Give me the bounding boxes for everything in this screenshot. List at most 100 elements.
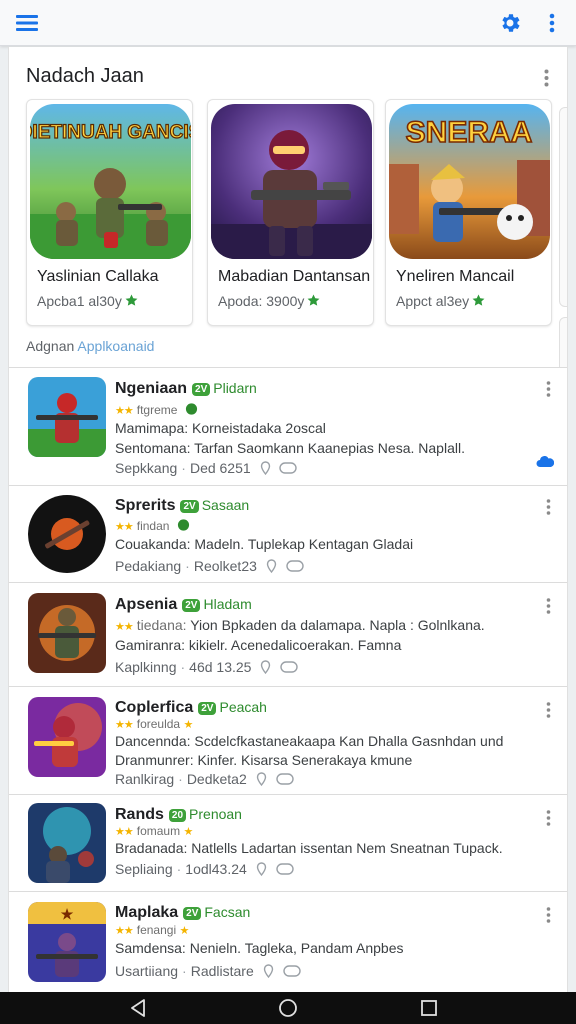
app-footer-value: Reolket23 [193, 558, 257, 574]
svg-text:★: ★ [61, 906, 74, 922]
item-more-button[interactable] [539, 595, 557, 617]
pin-icon [266, 559, 276, 573]
app-description: Couakanda: Madeln. Tuplekap Kentagan Gla… [115, 536, 414, 552]
featured-card-meta-text: Appct al3ey [396, 293, 470, 309]
star-icon: ★ [183, 719, 193, 731]
controller-icon [280, 661, 298, 673]
list-item[interactable]: Sprerits 2V Sasaan ★★ findan Couakanda: Mad… [9, 486, 567, 583]
hamburger-menu-button[interactable] [11, 8, 43, 38]
app-rating: ★★ findan [115, 518, 190, 533]
genre-badge: 2V [182, 599, 201, 612]
item-more-button[interactable] [539, 496, 557, 518]
featured-card[interactable]: DIETINUAH GANCIS Yaslinian Callaka Apcba… [26, 99, 193, 326]
app-rating: ★★ foreulda ★ [115, 717, 196, 731]
system-nav-bar [0, 992, 576, 1024]
app-sub: foreulda [136, 717, 181, 731]
section-more-button[interactable] [537, 67, 555, 89]
artwork-title: SNERAA [406, 116, 533, 149]
settings-button[interactable] [494, 8, 526, 38]
pin-icon [260, 461, 270, 475]
star-rating-icon: ★★ [115, 405, 134, 417]
app-description: Dancennda: Scdelcfkastaneakaapa Kan Dhal… [115, 733, 504, 749]
list-item[interactable]: ★ Maplaka 2V Facsan ★★ fenangi ★ Samdensa: … [9, 892, 567, 992]
overflow-menu-button[interactable] [536, 8, 568, 38]
app-icon [28, 494, 106, 574]
genre-badge: 2V [198, 702, 217, 715]
artwork-title: DIETINUAH GANCIS [30, 122, 191, 143]
featured-card-meta-text: Apcba1 al30y [37, 293, 122, 309]
top-app-bar [0, 0, 576, 46]
section-link-prefix: Adgnan [26, 338, 75, 354]
app-title: Coplerfica 2V Peacah [115, 699, 267, 717]
genre-badge: 20 [168, 809, 187, 822]
item-more-button[interactable] [539, 378, 557, 400]
verified-star-icon [125, 294, 138, 306]
controller-icon [279, 462, 298, 474]
vertical-dots-icon [546, 381, 550, 397]
list-item[interactable]: Coplerfica 2V Peacah ★★ foreulda ★ Dancennd… [9, 687, 567, 795]
controller-icon [275, 863, 294, 875]
gear-icon [502, 14, 520, 32]
app-description: Samdensa: Nenieln. Tagleka, Pandam Anpbe… [115, 940, 404, 956]
star-rating-icon: ★★ [115, 719, 134, 731]
section-link-text[interactable]: Applkoanaid [77, 338, 154, 354]
back-button[interactable] [125, 996, 151, 1020]
genre-tag: 2V Facsan [183, 904, 250, 920]
featured-card[interactable]: Mabadian Dantansan Apoda: 3900y [207, 99, 374, 326]
star-rating-icon: ★★ [115, 621, 134, 633]
genre-tag: 20 Prenoan [168, 806, 242, 822]
home-button[interactable] [275, 996, 301, 1020]
star-rating-icon: ★★ [115, 925, 134, 937]
recents-square-icon [421, 1000, 437, 1016]
pin-icon [263, 964, 273, 978]
genre-badge: 2V [192, 383, 211, 396]
genre-label: Sasaan [201, 497, 250, 513]
app-sub: ftgreme [136, 403, 178, 417]
star-rating-icon: ★★ [115, 521, 134, 533]
list-item[interactable]: Rands 20 Prenoan ★★ fomaum ★ Bradanada: Nat… [9, 795, 567, 892]
vertical-dots-icon [546, 499, 550, 515]
item-more-button[interactable] [539, 699, 557, 721]
app-footer-label: Usartiiang [115, 963, 179, 979]
app-footer-label: Pedakiang [115, 558, 182, 574]
cloud-icon [536, 456, 554, 467]
game-artwork: SNERAA [389, 104, 550, 259]
genre-tag: 2V Hladam [182, 596, 252, 612]
app-icon: ★ [28, 902, 106, 982]
app-title-text: Apsenia [115, 596, 178, 613]
badge-icon [177, 519, 189, 531]
app-list: Ngeniaan 2V Plidarn ★★ ftgreme Mamimapa: Ko… [9, 367, 567, 992]
featured-card[interactable]: SNERAA Yneliren Mancail Appct al3ey [385, 99, 552, 326]
item-more-button[interactable] [539, 904, 557, 926]
next-card-peek[interactable] [559, 107, 567, 307]
app-description: Gamiranra: kikielr. Acenedalicoerakan. F… [115, 637, 402, 653]
app-description: Mamimapa: Korneistadaka 2oscal [115, 420, 326, 436]
separator: · [180, 659, 186, 675]
app-icon [28, 697, 106, 777]
app-title-text: Rands [115, 806, 164, 823]
verified-star-icon [472, 294, 485, 306]
app-icon [28, 377, 106, 457]
separator: · [176, 861, 182, 877]
app-footer: Sepliaing · 1odl43.24 [115, 861, 294, 877]
list-item[interactable]: Apsenia 2V Hladam ★★ tiedana: Yion Bpkaden … [9, 583, 567, 687]
section-title: Nadach Jaan [26, 65, 144, 87]
genre-label: Prenoan [189, 806, 242, 822]
app-footer-label: Ranlkirag [115, 771, 175, 787]
app-footer-value: 1odl43.24 [185, 861, 247, 877]
content-frame: Nadach Jaan IETINUAH GANCI Yaslinian Cal… [8, 47, 568, 992]
list-item[interactable]: Ngeniaan 2V Plidarn ★★ ftgreme Mamimapa: Ko… [9, 368, 567, 486]
genre-label: Facsan [204, 904, 251, 920]
app-description: Bradanada: Natlells Ladartan issentan Ne… [115, 840, 503, 856]
game-artwork: DIETINUAH GANCIS [30, 104, 191, 259]
app-title-text: Ngeniaan [115, 380, 188, 397]
item-more-button[interactable] [539, 807, 557, 829]
separator: · [182, 963, 187, 979]
app-title: Apsenia 2V Hladam [115, 596, 252, 614]
separator: · [178, 771, 183, 787]
recents-button[interactable] [416, 996, 442, 1020]
app-footer-label: Kaplkinng [115, 659, 177, 675]
controller-icon [285, 560, 304, 572]
section-link[interactable]: Adgnan Applkoanaid [26, 338, 154, 354]
featured-card-meta: Appct al3ey [396, 293, 485, 309]
